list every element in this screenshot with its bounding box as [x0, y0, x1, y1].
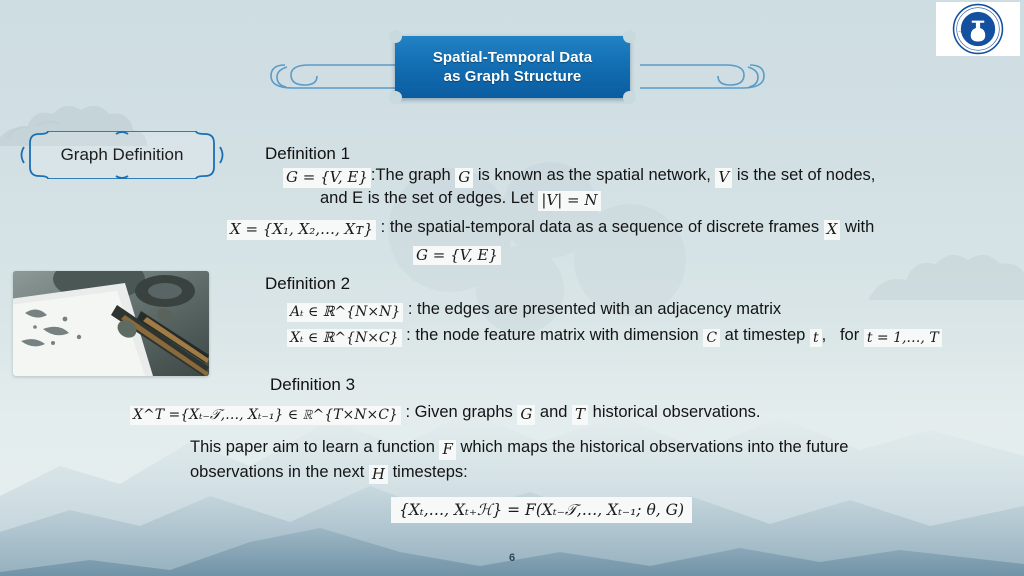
math-adjacency-matrix: Aₜ ∈ ℝ^{N×N}: [287, 303, 404, 322]
final-formula-text: {Xₜ,…, Xₜ₊ℋ} = F(Xₜ₋𝒯,…, Xₜ₋₁; θ, G): [391, 497, 693, 524]
math-graph-inline: G: [455, 168, 474, 189]
paragraph-text-b: which maps the historical observations i…: [460, 438, 849, 456]
definition-1-block: Definition 1 G = {V, E}:The graph G is k…: [227, 143, 876, 266]
definition-2-line-1: Aₜ ∈ ℝ^{N×N} : the edges are presented w…: [287, 299, 942, 322]
page-number: 6: [508, 552, 516, 564]
definition-2-text-c: at timestep: [724, 325, 806, 344]
math-t-range: t = 1,…, T: [863, 328, 942, 348]
definition-1-line-1: G = {V, E}:The graph G is known as the s…: [283, 165, 876, 189]
math-historical-tensor: X^T ={Xₜ₋𝒯,…, Xₜ₋₁} ∈ ℝ^{T×N×C}: [130, 406, 401, 425]
university-seal-icon: 1: [936, 2, 1020, 56]
math-x-sequence: X = {X₁, X₂,…, Xᴛ}: [227, 219, 377, 240]
definition-2-text-b: : the node feature matrix with dimension: [406, 325, 699, 344]
final-formula: {Xₜ,…, Xₜ₊ℋ} = F(Xₜ₋𝒯,…, Xₜ₋₁; θ, G): [391, 497, 693, 524]
definition-2-heading: Definition 2: [265, 274, 351, 293]
definition-2-block: Definition 2 Aₜ ∈ ℝ^{N×N} : the edges ar…: [265, 273, 942, 348]
math-graph-def: G = {V, E}: [283, 168, 371, 189]
definition-1-text-f: with: [844, 217, 875, 236]
math-horizon-h: H: [368, 464, 388, 485]
math-function-f: F: [439, 440, 456, 460]
banner-plaque: Spatial-Temporal Data as Graph Structure: [395, 36, 630, 98]
definition-1-text-b: is known as the spatial network,: [477, 166, 711, 185]
math-tau-symbol: T: [572, 405, 589, 426]
definition-3-text-c: historical observations.: [592, 403, 761, 422]
slide-title-text: Spatial-Temporal Data as Graph Structure: [433, 48, 592, 86]
definition-3-heading: Definition 3: [270, 375, 356, 394]
slide-canvas: Spatial-Temporal Data as Graph Structure…: [0, 0, 1024, 576]
section-label-graph-definition: Graph Definition: [16, 131, 228, 179]
math-cardinality: |V| = N: [538, 191, 601, 211]
definition-1-line-2: and E is the set of edges. Let |V| = N: [320, 188, 875, 211]
definition-2-text-e: for: [839, 325, 860, 344]
paragraph-line-2: observations in the next H timesteps:: [190, 462, 980, 485]
definition-3-line-1: X^T ={Xₜ₋𝒯,…, Xₜ₋₁} ∈ ℝ^{T×N×C} : Given …: [130, 402, 761, 426]
scroll-swirl-right-icon: [640, 58, 792, 100]
scroll-swirl-left-icon: [243, 58, 395, 100]
definition-1-text-d: and E is the set of edges. Let: [320, 189, 534, 208]
calligraphy-brush-photo: [13, 271, 209, 376]
banner-notch-top-right: [623, 30, 636, 43]
math-graph-def-2: G = {V, E}: [413, 245, 501, 266]
definition-2-text-a: : the edges are presented with an adjace…: [407, 300, 782, 319]
math-node-feature-matrix: Xₜ ∈ ℝ^{N×C}: [287, 328, 402, 348]
definition-1-text-a: :The graph: [370, 166, 451, 185]
section-label-text: Graph Definition: [60, 145, 184, 164]
closing-paragraph: This paper aim to learn a function F whi…: [190, 437, 980, 485]
definition-1-text-c: is the set of nodes,: [736, 166, 876, 185]
definition-3-text-a: : Given graphs: [405, 403, 513, 422]
definition-1-text-e: : the spatial-temporal data as a sequenc…: [380, 217, 820, 236]
slide-title-line1: Spatial-Temporal Data: [432, 49, 593, 66]
math-timestep-t: t: [809, 328, 822, 348]
slide-title-line2: as Graph Structure: [443, 68, 582, 85]
definition-2-line-2: Xₜ ∈ ℝ^{N×C} : the node feature matrix w…: [287, 325, 942, 348]
math-x-symbol: X: [823, 219, 841, 240]
paragraph-text-c: observations in the next: [190, 462, 365, 481]
paragraph-line-1: This paper aim to learn a function F whi…: [190, 437, 980, 460]
definition-1-line-4: G = {V, E}: [413, 243, 875, 266]
paragraph-text-a: This paper aim to learn a function: [190, 438, 435, 456]
slide-title-banner: Spatial-Temporal Data as Graph Structure: [389, 30, 636, 104]
math-dimension-c: C: [703, 328, 721, 348]
definition-2-text-d: ,: [821, 325, 827, 344]
banner-notch-bottom-right: [623, 91, 636, 104]
banner-notch-top-left: [389, 30, 402, 43]
definition-3-block: Definition 3 X^T ={Xₜ₋𝒯,…, Xₜ₋₁} ∈ ℝ^{T×…: [130, 374, 760, 426]
definition-3-text-b: and: [539, 403, 568, 422]
math-graph-g: G: [517, 405, 536, 426]
banner-notch-bottom-left: [389, 91, 402, 104]
definition-1-line-3: X = {X₁, X₂,…, Xᴛ} : the spatial-tempora…: [227, 217, 875, 240]
definition-1-heading: Definition 1: [265, 144, 351, 163]
paragraph-text-d: timesteps:: [392, 462, 468, 481]
math-vertex-set: V: [715, 168, 733, 189]
